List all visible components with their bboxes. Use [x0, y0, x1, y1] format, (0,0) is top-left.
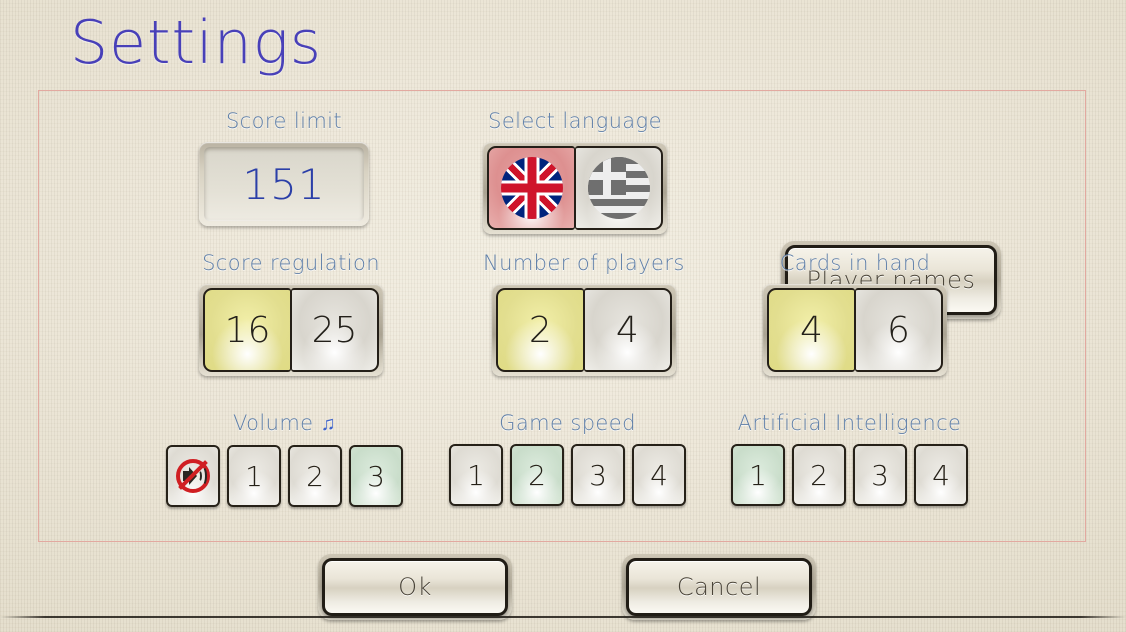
greek-flag-icon [587, 157, 650, 219]
volume-option-3[interactable]: 3 [349, 445, 403, 507]
cards-in-hand-label: Cards in hand [779, 251, 931, 275]
uk-flag-icon [500, 157, 563, 219]
volume-option-group: 1 2 3 [166, 445, 403, 507]
game-speed-option-group: 1 2 3 4 [449, 444, 686, 506]
select-language-label: Select language [488, 109, 662, 133]
artificial-intelligence-option-group: 1 2 3 4 [731, 444, 968, 506]
game-speed-option-2[interactable]: 2 [510, 444, 564, 506]
settings-panel-frame: Score limit 151 Select language Player n… [38, 90, 1086, 542]
score-regulation-option-25[interactable]: 25 [291, 288, 379, 372]
language-option-english[interactable] [487, 146, 575, 230]
language-option-group [483, 142, 667, 234]
setting-game-speed: Game speed 1 2 3 4 [449, 411, 686, 506]
setting-volume: Volume ♫ 1 2 3 [166, 411, 403, 507]
number-of-players-option-4[interactable]: 4 [583, 288, 672, 372]
score-regulation-option-group: 16 25 [199, 284, 383, 376]
game-settings-screen: Settings Score limit 151 Select language [0, 0, 1126, 632]
music-note-icon: ♫ [320, 411, 336, 435]
setting-cards-in-hand: Cards in hand 4 6 [763, 251, 947, 376]
number-of-players-label: Number of players [483, 251, 685, 275]
number-of-players-option-2[interactable]: 2 [495, 288, 584, 372]
volume-label-text: Volume [233, 411, 314, 435]
cancel-button-frame: Cancel [622, 554, 816, 620]
artificial-intelligence-option-2[interactable]: 2 [792, 444, 846, 506]
mute-icon [176, 459, 210, 493]
page-title: Settings [70, 8, 323, 78]
game-speed-option-3[interactable]: 3 [571, 444, 625, 506]
cards-in-hand-option-6[interactable]: 6 [855, 288, 943, 372]
language-option-greek[interactable] [575, 146, 663, 230]
game-speed-option-1[interactable]: 1 [449, 444, 503, 506]
volume-option-1[interactable]: 1 [227, 445, 281, 507]
number-of-players-option-group: 2 4 [491, 284, 676, 376]
artificial-intelligence-option-1[interactable]: 1 [731, 444, 785, 506]
setting-select-language: Select language [483, 109, 667, 234]
setting-artificial-intelligence: Artificial Intelligence 1 2 3 4 [731, 411, 968, 506]
volume-option-mute[interactable] [166, 445, 220, 507]
ok-button-frame: Ok [318, 554, 512, 620]
cards-in-hand-option-4[interactable]: 4 [767, 288, 855, 372]
setting-number-of-players: Number of players 2 4 [483, 251, 685, 376]
game-speed-option-4[interactable]: 4 [632, 444, 686, 506]
score-regulation-label: Score regulation [202, 251, 380, 275]
score-limit-input[interactable]: 151 [204, 147, 364, 221]
volume-label: Volume ♫ [233, 411, 336, 436]
ok-button[interactable]: Ok [322, 558, 508, 616]
score-limit-field-wrap: 151 [199, 142, 369, 226]
artificial-intelligence-label: Artificial Intelligence [737, 411, 962, 435]
setting-score-limit: Score limit 151 [199, 109, 369, 226]
setting-score-regulation: Score regulation 16 25 [199, 251, 383, 376]
artificial-intelligence-option-4[interactable]: 4 [914, 444, 968, 506]
volume-option-2[interactable]: 2 [288, 445, 342, 507]
cards-in-hand-option-group: 4 6 [763, 284, 947, 376]
artificial-intelligence-option-3[interactable]: 3 [853, 444, 907, 506]
cancel-button[interactable]: Cancel [626, 558, 812, 616]
game-speed-label: Game speed [499, 411, 636, 435]
score-regulation-option-16[interactable]: 16 [203, 288, 291, 372]
score-limit-label: Score limit [225, 109, 343, 133]
